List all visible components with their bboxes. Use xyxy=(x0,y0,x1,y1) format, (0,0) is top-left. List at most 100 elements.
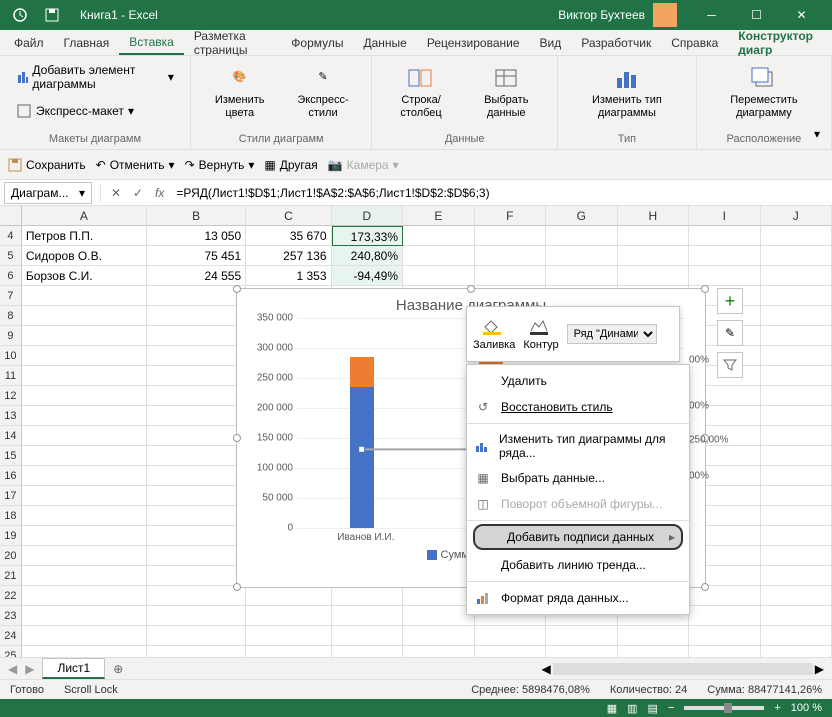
cell[interactable]: 24 555 xyxy=(147,266,246,286)
cell[interactable] xyxy=(475,626,547,646)
user-avatar[interactable] xyxy=(653,3,677,27)
cell[interactable] xyxy=(22,586,147,606)
col-header[interactable]: G xyxy=(546,206,617,226)
sheet-nav-next[interactable]: ▶ xyxy=(25,662,34,676)
cell[interactable] xyxy=(761,346,832,366)
cell[interactable] xyxy=(147,466,246,486)
cell[interactable] xyxy=(147,446,246,466)
outline-button[interactable]: Контур xyxy=(523,317,558,351)
cell[interactable] xyxy=(147,506,246,526)
qat-camera[interactable]: 📷 Камера ▾ xyxy=(328,158,399,172)
cell[interactable] xyxy=(22,626,147,646)
tab-formulas[interactable]: Формулы xyxy=(281,32,353,54)
cell[interactable] xyxy=(761,426,832,446)
autosave-icon[interactable] xyxy=(8,3,32,27)
resize-handle[interactable] xyxy=(233,285,241,293)
cell[interactable] xyxy=(618,266,690,286)
cell[interactable] xyxy=(761,286,832,306)
zoom-level[interactable]: 100 % xyxy=(791,702,822,714)
cell[interactable] xyxy=(403,626,475,646)
tab-review[interactable]: Рецензирование xyxy=(417,32,530,54)
col-header[interactable]: F xyxy=(475,206,546,226)
tab-view[interactable]: Вид xyxy=(530,32,572,54)
cell[interactable] xyxy=(22,406,147,426)
qat-undo[interactable]: ↶ Отменить ▾ xyxy=(96,158,175,172)
switch-row-col-button[interactable]: Строка/столбец xyxy=(382,60,459,124)
formula-input[interactable] xyxy=(170,186,832,200)
cell[interactable]: 35 670 xyxy=(246,226,331,246)
tab-insert[interactable]: Вставка xyxy=(119,31,184,55)
cell[interactable] xyxy=(147,326,246,346)
cell[interactable] xyxy=(403,606,475,626)
cell[interactable] xyxy=(22,286,147,306)
cell[interactable]: Борзов С.И. xyxy=(22,266,147,286)
resize-handle[interactable] xyxy=(467,285,475,293)
tab-data[interactable]: Данные xyxy=(353,32,416,54)
cell[interactable] xyxy=(761,446,832,466)
cell[interactable] xyxy=(761,506,832,526)
cell[interactable] xyxy=(618,626,690,646)
cell[interactable]: Сидоров О.В. xyxy=(22,246,147,266)
cell[interactable] xyxy=(246,626,331,646)
cell[interactable] xyxy=(618,226,690,246)
cell[interactable] xyxy=(246,586,331,606)
tab-home[interactable]: Главная xyxy=(54,32,120,54)
col-header[interactable]: B xyxy=(147,206,246,226)
cell[interactable] xyxy=(22,466,147,486)
cell[interactable] xyxy=(403,226,475,246)
change-chart-type-button[interactable]: Изменить тип диаграммы xyxy=(568,60,686,124)
accept-formula-icon[interactable]: ✓ xyxy=(127,182,149,204)
cell[interactable] xyxy=(147,306,246,326)
cell[interactable] xyxy=(403,266,475,286)
cell[interactable] xyxy=(689,246,761,266)
cell[interactable] xyxy=(761,266,832,286)
cell[interactable] xyxy=(761,306,832,326)
row-header[interactable]: 4 xyxy=(0,226,22,246)
cell[interactable] xyxy=(22,346,147,366)
cell[interactable] xyxy=(22,566,147,586)
row-header[interactable]: 22 xyxy=(0,586,22,606)
menu-reset-style[interactable]: ↺Восстановить стиль xyxy=(467,394,689,420)
series-selector[interactable]: Ряд "Динамик xyxy=(567,324,657,344)
cell[interactable] xyxy=(246,606,331,626)
row-header[interactable]: 5 xyxy=(0,246,22,266)
cell[interactable] xyxy=(689,226,761,246)
view-page-icon[interactable]: ▥ xyxy=(627,702,637,715)
cell[interactable] xyxy=(22,366,147,386)
cell[interactable]: 13 050 xyxy=(147,226,246,246)
name-box[interactable]: Диаграм...▾ xyxy=(4,182,92,204)
menu-delete[interactable]: Удалить xyxy=(467,368,689,394)
cell[interactable] xyxy=(475,266,547,286)
cell[interactable] xyxy=(332,626,404,646)
cell[interactable]: 257 136 xyxy=(246,246,331,266)
cell[interactable] xyxy=(761,526,832,546)
cell[interactable] xyxy=(689,586,761,606)
cell[interactable] xyxy=(761,406,832,426)
col-header[interactable]: A xyxy=(22,206,147,226)
cell[interactable] xyxy=(147,566,246,586)
cell[interactable]: -94,49% xyxy=(332,266,404,286)
row-header[interactable]: 9 xyxy=(0,326,22,346)
cell[interactable] xyxy=(147,386,246,406)
cell[interactable] xyxy=(22,526,147,546)
col-header[interactable]: I xyxy=(689,206,760,226)
cell[interactable] xyxy=(761,366,832,386)
cell[interactable]: 1 353 xyxy=(246,266,331,286)
cell[interactable] xyxy=(332,586,404,606)
chart-plus-icon[interactable]: + xyxy=(717,288,743,314)
cell[interactable] xyxy=(761,626,832,646)
resize-handle[interactable] xyxy=(701,583,709,591)
col-header[interactable]: C xyxy=(246,206,331,226)
cell[interactable] xyxy=(761,386,832,406)
cell[interactable] xyxy=(761,226,832,246)
cell[interactable] xyxy=(22,326,147,346)
worksheet-grid[interactable]: A B C D E F G H I J 4 Петров П.П. 13 050… xyxy=(0,206,832,666)
cell[interactable] xyxy=(147,606,246,626)
cell[interactable] xyxy=(403,246,475,266)
chart-brush-icon[interactable]: ✎ xyxy=(717,320,743,346)
cell[interactable] xyxy=(761,606,832,626)
horizontal-scrollbar[interactable]: ◀ ▶ xyxy=(542,662,824,676)
menu-select-data[interactable]: ▦Выбрать данные... xyxy=(467,465,689,491)
menu-add-data-labels[interactable]: Добавить подписи данных▸ xyxy=(473,524,683,550)
change-colors-button[interactable]: 🎨Изменить цвета xyxy=(201,60,279,124)
